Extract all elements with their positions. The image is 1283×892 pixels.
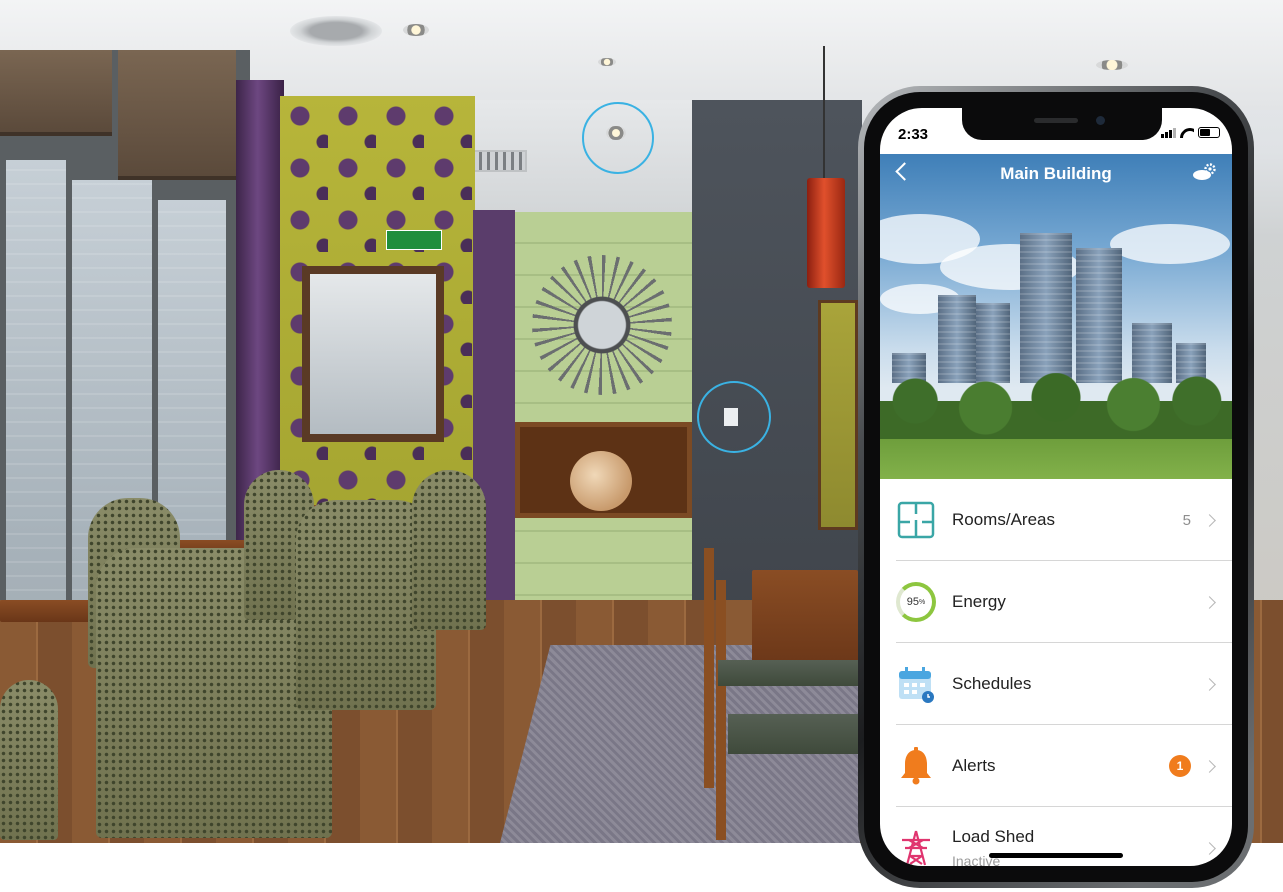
wifi-icon bbox=[1180, 128, 1194, 138]
upholstered-chair bbox=[0, 680, 58, 840]
phone-bezel: 2:33 Main Building Rooms/Areas 5 95 % En… bbox=[864, 92, 1248, 882]
page-title: Main Building bbox=[1000, 164, 1112, 183]
status-time: 2:33 bbox=[898, 126, 929, 143]
upholstered-chair bbox=[412, 470, 486, 630]
battery-icon bbox=[1198, 127, 1220, 138]
wooden-chair-back bbox=[704, 548, 714, 788]
framed-wallpaper bbox=[818, 300, 858, 530]
chevron-right-icon bbox=[1203, 841, 1216, 855]
switch-highlight-ring bbox=[697, 381, 771, 453]
rooms-count: 5 bbox=[1182, 511, 1191, 529]
sunburst-mirror-center bbox=[572, 295, 632, 355]
gauge-ring-icon: 95% bbox=[896, 582, 936, 622]
table bbox=[752, 570, 858, 670]
floor-plan-icon bbox=[896, 500, 936, 540]
roman-blind bbox=[118, 50, 236, 180]
menu-item-energy[interactable]: 95% Energy bbox=[880, 561, 1232, 643]
bell-icon bbox=[896, 746, 936, 786]
menu-list: Rooms/Areas 5 95% Energy Schedules Alert… bbox=[880, 479, 1232, 866]
menu-item-label: Energy bbox=[952, 592, 1006, 611]
menu-item-label: Alerts bbox=[952, 756, 996, 775]
menu-item-alerts[interactable]: Alerts 1 bbox=[880, 725, 1232, 807]
phone-screen: 2:33 Main Building Rooms/Areas 5 95 % En… bbox=[880, 108, 1232, 866]
downlight bbox=[403, 24, 429, 36]
chair-seat bbox=[728, 714, 858, 754]
calendar-clock-icon bbox=[896, 664, 936, 704]
wooden-chair-back bbox=[716, 580, 726, 840]
chair-seat bbox=[718, 660, 858, 686]
ceiling-sensor bbox=[606, 126, 626, 140]
home-indicator[interactable] bbox=[989, 853, 1123, 858]
rattan-ball bbox=[570, 451, 632, 511]
alerts-count-badge: 1 bbox=[1169, 755, 1191, 777]
phone-mockup: 2:33 Main Building Rooms/Areas 5 95 % En… bbox=[858, 86, 1254, 888]
fire-exit-sign bbox=[386, 230, 442, 250]
downlight bbox=[1096, 60, 1128, 70]
chevron-right-icon bbox=[1203, 677, 1216, 691]
menu-item-label: Schedules bbox=[952, 674, 1032, 693]
wall-mirror bbox=[302, 266, 444, 442]
cloud-gear-icon[interactable] bbox=[1192, 162, 1218, 182]
roman-blind bbox=[0, 50, 112, 136]
lamp-cord bbox=[823, 46, 825, 181]
menu-item-label: Load Shed bbox=[952, 827, 1035, 846]
phone-notch bbox=[962, 108, 1162, 140]
chevron-right-icon bbox=[1203, 759, 1216, 773]
pendant-lamp bbox=[807, 178, 845, 288]
status-icons bbox=[1161, 127, 1220, 138]
menu-item-label: Rooms/Areas bbox=[952, 510, 1055, 529]
menu-item-schedules[interactable]: Schedules bbox=[880, 643, 1232, 725]
chevron-right-icon bbox=[1203, 513, 1216, 527]
signal-icon bbox=[1161, 127, 1176, 138]
downlight bbox=[598, 58, 616, 66]
energy-gauge-value: 95 bbox=[906, 596, 919, 608]
building-hero-image bbox=[880, 154, 1232, 479]
power-tower-icon bbox=[896, 828, 936, 866]
chevron-right-icon bbox=[1203, 595, 1216, 609]
menu-item-rooms-areas[interactable]: Rooms/Areas 5 bbox=[880, 479, 1232, 561]
ceiling-speaker bbox=[290, 16, 382, 46]
energy-gauge-unit: % bbox=[919, 598, 926, 606]
